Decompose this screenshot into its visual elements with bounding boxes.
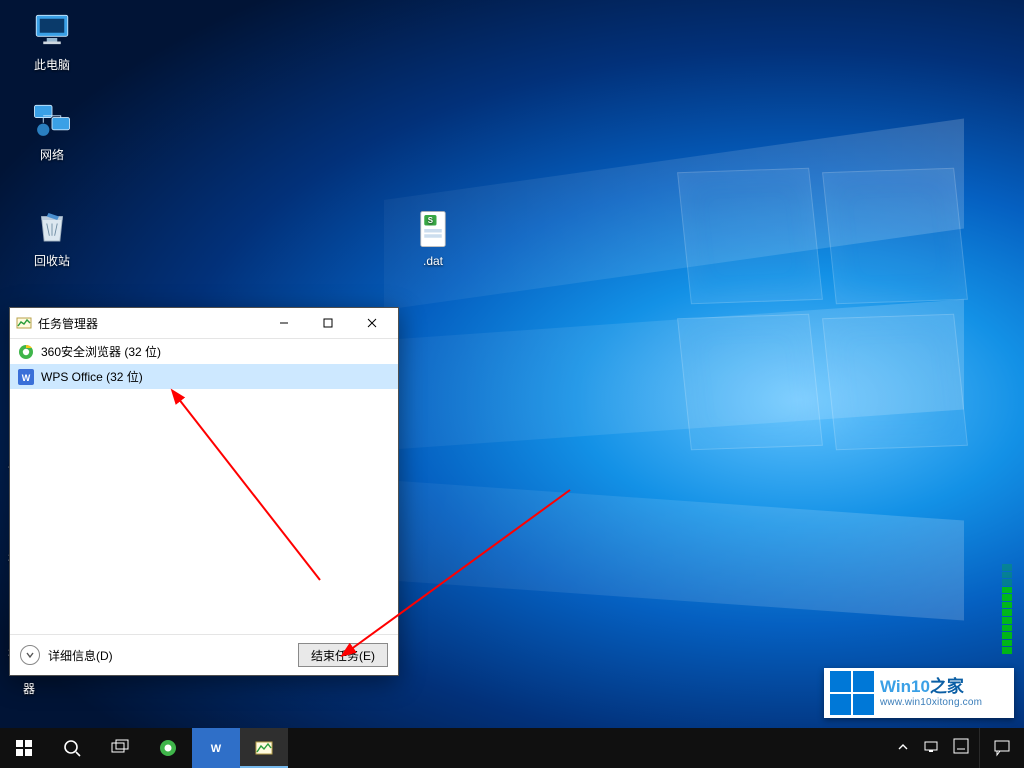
desktop-icon-label: 回收站: [14, 252, 90, 269]
taskbar-app-wps[interactable]: W: [192, 728, 240, 768]
monitor-icon: [31, 10, 73, 52]
svg-text:S: S: [428, 216, 433, 225]
titlebar[interactable]: 任务管理器: [10, 308, 398, 338]
desktop-icon-recycle-bin[interactable]: 回收站: [14, 206, 90, 269]
maximize-button[interactable]: [306, 309, 350, 337]
truncated-text: 器: [23, 680, 35, 697]
tray-network-icon[interactable]: [923, 738, 939, 758]
action-center-button[interactable]: [979, 728, 1024, 768]
search-button[interactable]: [48, 728, 96, 768]
task-manager-footer: 详细信息(D) 结束任务(E): [10, 634, 398, 675]
wallpaper-light: [384, 40, 1024, 680]
desktop-icon-label: 网络: [14, 146, 90, 163]
expand-chevron-icon[interactable]: [20, 645, 40, 665]
tray-ime-icon[interactable]: [953, 738, 969, 758]
watermark-title: Win10之家: [880, 678, 982, 697]
svg-text:W: W: [211, 743, 222, 755]
watermark-badge: Win10之家 www.win10xitong.com: [824, 668, 1014, 718]
minimize-button[interactable]: [262, 309, 306, 337]
task-manager-window[interactable]: 任务管理器 360安全浏览器 (32 位) W WPS Office (32 位…: [9, 307, 399, 676]
volume-meter: [1002, 564, 1012, 654]
network-icon: [31, 100, 73, 142]
taskbar-app-360browser[interactable]: [144, 728, 192, 768]
recycle-bin-icon: [31, 206, 73, 248]
desktop[interactable]: 此电脑 网络 回收站 S .dat 小 3 3 任务管理器: [0, 0, 1024, 768]
taskbar-app-task-manager[interactable]: [240, 728, 288, 768]
start-button[interactable]: [0, 728, 48, 768]
more-details-link[interactable]: 详细信息(D): [48, 647, 113, 664]
process-item-selected[interactable]: W WPS Office (32 位): [10, 364, 398, 389]
desktop-icon-label: 此电脑: [14, 56, 90, 73]
svg-text:W: W: [22, 373, 31, 383]
wps-icon: W: [18, 369, 34, 385]
process-item[interactable]: 360安全浏览器 (32 位): [10, 339, 398, 364]
watermark-url: www.win10xitong.com: [880, 697, 982, 708]
task-manager-icon: [16, 315, 32, 331]
desktop-icon-this-pc[interactable]: 此电脑: [14, 10, 90, 73]
windows-logo-icon: [830, 671, 874, 715]
desktop-icon-dat-file[interactable]: S .dat: [395, 208, 471, 268]
task-view-button[interactable]: [96, 728, 144, 768]
desktop-icon-label: .dat: [395, 254, 471, 268]
close-button[interactable]: [350, 309, 394, 337]
taskbar[interactable]: W: [0, 728, 1024, 768]
window-title: 任务管理器: [38, 315, 98, 332]
end-task-button[interactable]: 结束任务(E): [298, 643, 388, 667]
process-name: WPS Office (32 位): [41, 368, 143, 385]
browser-360-icon: [18, 344, 34, 360]
system-tray[interactable]: [887, 728, 979, 768]
process-name: 360安全浏览器 (32 位): [41, 343, 161, 360]
tray-overflow-icon[interactable]: [897, 741, 909, 756]
process-list[interactable]: 360安全浏览器 (32 位) W WPS Office (32 位): [10, 338, 398, 634]
desktop-icon-network[interactable]: 网络: [14, 100, 90, 163]
spreadsheet-file-icon: S: [412, 208, 454, 250]
